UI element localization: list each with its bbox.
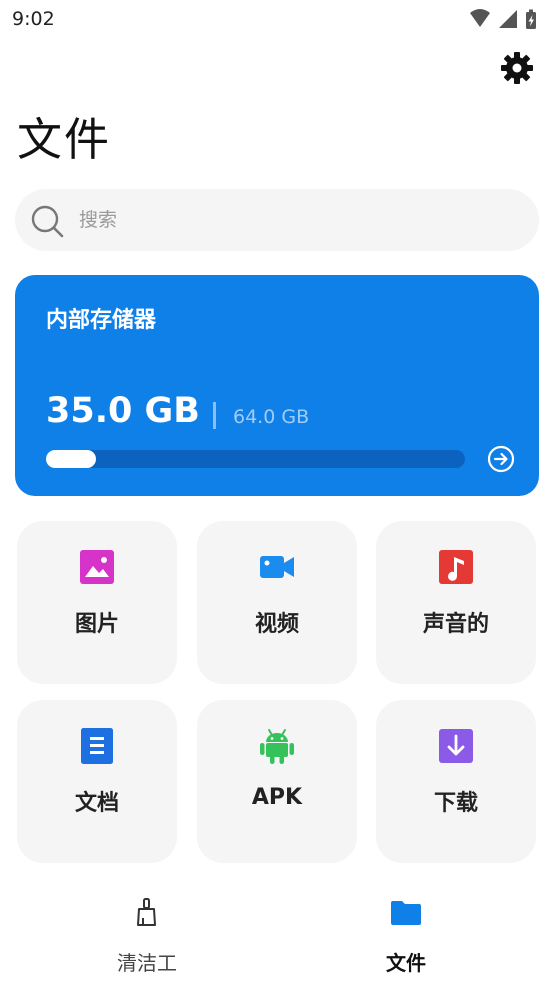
storage-title: 内部存储器 <box>46 308 157 333</box>
broom-icon <box>137 898 156 926</box>
cellular-signal-icon <box>499 10 517 28</box>
storage-divider <box>213 402 216 429</box>
status-bar: 9:02 <box>0 0 554 40</box>
page-title: 文件 <box>17 113 112 166</box>
nav-item-cleaner[interactable]: 清洁工 <box>67 882 227 984</box>
video-camera-icon <box>260 556 294 578</box>
storage-progress-fill <box>46 450 97 468</box>
category-label: 视频 <box>254 612 299 637</box>
category-label: APK <box>251 785 303 810</box>
category-label: 文档 <box>74 791 119 816</box>
bottom-navigation: 清洁工 文件 <box>0 882 554 984</box>
arrow-right-circle-icon[interactable] <box>487 445 515 473</box>
search-icon <box>31 205 64 238</box>
storage-progress-track <box>46 450 465 468</box>
storage-used-value: 35.0 GB <box>46 391 200 431</box>
internal-storage-card[interactable]: 内部存储器 35.0 GB 64.0 GB <box>15 275 539 496</box>
category-tile-apk[interactable]: APK <box>197 700 357 863</box>
music-note-icon <box>439 550 473 584</box>
android-icon <box>260 729 294 764</box>
category-tile-documents[interactable]: 文档 <box>17 700 177 863</box>
status-time: 9:02 <box>12 8 55 30</box>
search-input[interactable] <box>79 199 519 241</box>
category-label: 图片 <box>74 612 119 637</box>
gear-icon <box>501 52 533 84</box>
category-label: 声音的 <box>422 612 489 637</box>
wifi-icon <box>470 9 490 27</box>
nav-label: 清洁工 <box>117 951 177 975</box>
category-tile-videos[interactable]: 视频 <box>197 521 357 684</box>
storage-total-value: 64.0 GB <box>233 406 310 428</box>
battery-icon <box>526 9 536 29</box>
category-tile-audio[interactable]: 声音的 <box>376 521 536 684</box>
download-icon <box>439 729 473 763</box>
folder-icon <box>391 901 421 925</box>
status-icons <box>470 9 536 29</box>
document-icon <box>81 728 113 764</box>
category-tile-images[interactable]: 图片 <box>17 521 177 684</box>
settings-button[interactable] <box>499 50 535 86</box>
search-bar[interactable] <box>15 189 539 251</box>
nav-label: 文件 <box>386 951 426 975</box>
nav-item-files[interactable]: 文件 <box>326 882 486 984</box>
category-label: 下载 <box>433 791 478 816</box>
category-tile-downloads[interactable]: 下载 <box>376 700 536 863</box>
image-icon <box>80 550 114 584</box>
